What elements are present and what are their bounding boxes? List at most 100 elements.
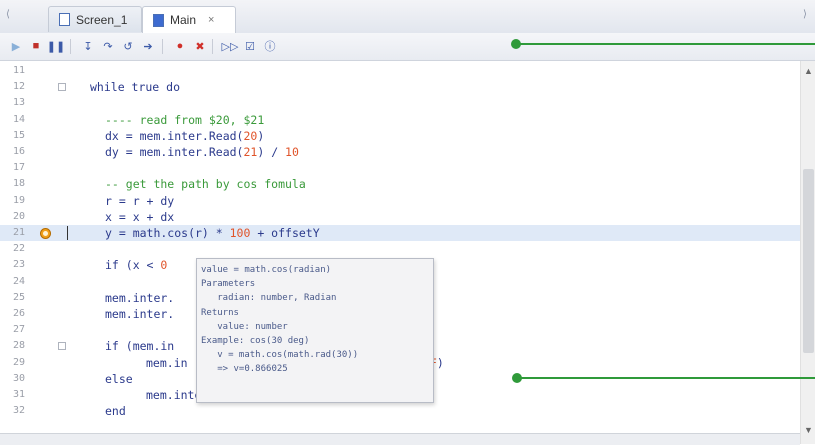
code-token: 20 xyxy=(243,128,258,143)
code-line[interactable]: 32 end xyxy=(0,403,800,419)
code-line[interactable]: 20 x = x + dx xyxy=(0,209,800,225)
step-into-icon[interactable]: ↧ xyxy=(80,38,96,54)
tab-screen-1[interactable]: Screen_1 xyxy=(48,6,142,32)
code-line[interactable]: 18 -- get the path by cos fomula xyxy=(0,176,800,192)
line-number[interactable]: 11 xyxy=(0,63,38,79)
code-line[interactable]: 13 xyxy=(0,95,800,111)
line-number[interactable]: 23 xyxy=(0,257,38,273)
clear-breakpoints-icon[interactable]: ✖ xyxy=(192,38,208,54)
line-number[interactable]: 21 xyxy=(0,225,38,241)
tooltip-line: Example: cos(30 deg) xyxy=(201,336,310,346)
code-text: while true do xyxy=(90,79,180,95)
line-number[interactable]: 14 xyxy=(0,112,38,128)
watch-icon[interactable]: ▷▷ xyxy=(222,38,239,54)
tab-scroll-right-icon[interactable]: ⟩ xyxy=(803,9,807,20)
code-text: dx = mem.inter.Read(20) xyxy=(105,128,264,144)
function-tooltip: value = math.cos(radian) Parameters radia… xyxy=(196,258,434,403)
breakpoint-icon[interactable] xyxy=(40,228,51,239)
code-line[interactable]: 16 dy = mem.inter.Read(21) / 10 xyxy=(0,144,800,160)
tooltip-line: v = math.cos(math.rad(30)) xyxy=(201,350,359,361)
tab-bar: ⟨ Screen_1 Main × ⟩ xyxy=(0,0,815,34)
code-token: ---- read from $20, $21 xyxy=(105,112,265,127)
info-icon[interactable]: ⓘ xyxy=(262,38,278,54)
code-token: ) xyxy=(436,355,444,370)
code-token: x = x + dx xyxy=(105,209,175,224)
line-number[interactable]: 15 xyxy=(0,128,38,144)
code-text: dy = mem.inter.Read(21) / 10 xyxy=(105,144,299,160)
code-line[interactable]: 22 xyxy=(0,241,800,257)
code-token: mem.in xyxy=(146,355,188,370)
code-token: else xyxy=(105,371,133,386)
step-over-icon[interactable]: ↷ xyxy=(100,38,116,54)
callout-line-toolbar xyxy=(516,43,815,45)
code-line[interactable]: 11 xyxy=(0,63,800,79)
vertical-scrollbar[interactable]: ▲ ▼ xyxy=(800,61,815,444)
check-syntax-icon[interactable]: ☑ xyxy=(242,38,258,54)
code-text: r = r + dy xyxy=(105,193,174,209)
line-number[interactable]: 19 xyxy=(0,193,38,209)
code-line[interactable]: 15 dx = mem.inter.Read(20) xyxy=(0,128,800,144)
scrollbar-thumb[interactable] xyxy=(803,169,814,353)
line-number[interactable]: 24 xyxy=(0,274,38,290)
code-line[interactable]: 17 xyxy=(0,160,800,176)
line-number[interactable]: 18 xyxy=(0,176,38,192)
script-doc-icon xyxy=(153,13,164,27)
fold-toggle-icon[interactable] xyxy=(58,83,66,92)
code-text: mem.inter. xyxy=(105,306,174,322)
code-token: end xyxy=(105,404,126,419)
callout-dot-tooltip xyxy=(512,373,522,383)
run-to-cursor-icon[interactable]: ➔ xyxy=(140,38,156,54)
tab-label: Main xyxy=(170,13,197,27)
line-number[interactable]: 12 xyxy=(0,79,38,95)
code-text: end xyxy=(105,403,126,419)
scroll-up-icon[interactable]: ▲ xyxy=(804,66,813,76)
toolbar-separator xyxy=(70,39,71,54)
line-number[interactable]: 30 xyxy=(0,371,38,387)
fold-toggle-icon[interactable] xyxy=(58,342,66,351)
text-cursor xyxy=(67,226,68,240)
line-number[interactable]: 22 xyxy=(0,241,38,257)
code-token: dx = mem.inter.Read( xyxy=(105,128,244,143)
code-line[interactable]: 14 ---- read from $20, $21 xyxy=(0,112,800,128)
line-number[interactable]: 20 xyxy=(0,209,38,225)
code-text: else xyxy=(105,371,133,387)
toolbar-separator xyxy=(162,39,163,54)
code-token: mem.inter. xyxy=(105,290,175,305)
line-number[interactable]: 16 xyxy=(0,144,38,160)
code-line[interactable]: 12 while true do xyxy=(0,79,800,95)
toggle-breakpoint-icon[interactable]: ● xyxy=(172,38,188,54)
scroll-down-icon[interactable]: ▼ xyxy=(804,425,813,435)
pause-icon[interactable]: ❚❚ xyxy=(47,38,65,54)
code-line[interactable]: 19 r = r + dy xyxy=(0,193,800,209)
tooltip-line: value = math.cos(radian) xyxy=(201,265,332,275)
line-number[interactable]: 17 xyxy=(0,160,38,176)
tab-scroll-left-icon[interactable]: ⟨ xyxy=(6,9,10,20)
stop-icon[interactable]: ■ xyxy=(28,38,44,54)
toolbar-separator xyxy=(212,39,213,54)
tooltip-line: radian: number, Radian xyxy=(201,293,337,304)
line-number[interactable]: 25 xyxy=(0,290,38,306)
tab-main[interactable]: Main × xyxy=(142,6,236,33)
step-out-icon[interactable]: ↺ xyxy=(120,38,136,54)
line-number[interactable]: 29 xyxy=(0,355,38,371)
horizontal-scrollbar[interactable] xyxy=(0,433,800,445)
code-text: y = math.cos(r) * 100 + offsetY xyxy=(105,225,320,241)
code-token: dy = mem.inter.Read( xyxy=(105,145,244,159)
line-number[interactable]: 27 xyxy=(0,322,38,338)
line-number[interactable]: 32 xyxy=(0,403,38,419)
line-number[interactable]: 13 xyxy=(0,95,38,111)
code-line[interactable]: 21 y = math.cos(r) * 100 + offsetY xyxy=(0,225,800,242)
run-icon[interactable]: ▶ xyxy=(8,38,24,54)
code-token: 100 xyxy=(229,226,251,240)
code-token: if (x < xyxy=(105,258,161,273)
close-icon[interactable]: × xyxy=(208,14,214,26)
tab-label: Screen_1 xyxy=(76,12,128,27)
line-number[interactable]: 26 xyxy=(0,306,38,322)
line-number[interactable]: 28 xyxy=(0,338,38,354)
code-token: 21 xyxy=(243,145,258,159)
code-token: y = math.cos(r) * xyxy=(105,226,230,240)
code-token: ) / xyxy=(257,145,286,159)
callout-dot-toolbar xyxy=(511,39,521,49)
line-number[interactable]: 31 xyxy=(0,387,38,403)
code-text: x = x + dx xyxy=(105,209,174,225)
